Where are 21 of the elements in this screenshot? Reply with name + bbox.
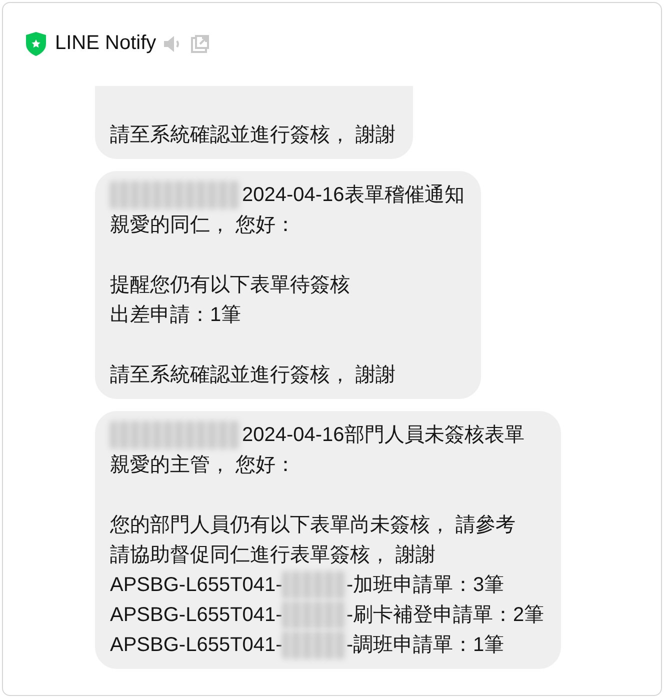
message-text: APSBG-L655T041- (110, 573, 282, 598)
message-text: 2024-04-16表單稽催通知 (242, 183, 464, 208)
shield-icon (25, 32, 47, 56)
redacted-text (282, 631, 346, 659)
message-text: 請協助督促同仁進行表單簽核， 謝謝 (110, 543, 436, 568)
message-text: 請至系統確認並進行簽核， 謝謝 (110, 123, 396, 148)
message-text: APSBG-L655T041- (110, 603, 282, 628)
redacted-text (282, 571, 346, 599)
message-text: 出差申請：1筆 (110, 303, 242, 328)
message-text: 親愛的同仁， 您好： (110, 213, 296, 238)
message-text: -調班申請單：1筆 (346, 633, 504, 658)
message-text: -加班申請單：3筆 (346, 573, 504, 598)
message-text: 請至系統確認並進行簽核， 謝謝 (110, 363, 396, 388)
message-text: 2024-04-16部門人員未簽核表單 (242, 423, 524, 448)
message-text: APSBG-L655T041- (110, 633, 282, 658)
external-link-icon[interactable] (190, 34, 210, 54)
message-text: -刷卡補登申請單：2筆 (346, 603, 544, 628)
chat-title: LINE Notify (55, 32, 156, 55)
message-text: 親愛的主管， 您好： (110, 453, 296, 478)
message-text: 提醒您仍有以下表單待簽核 (110, 273, 350, 298)
message-text: 您的部門人員仍有以下表單尚未簽核， 請參考 (110, 513, 516, 538)
